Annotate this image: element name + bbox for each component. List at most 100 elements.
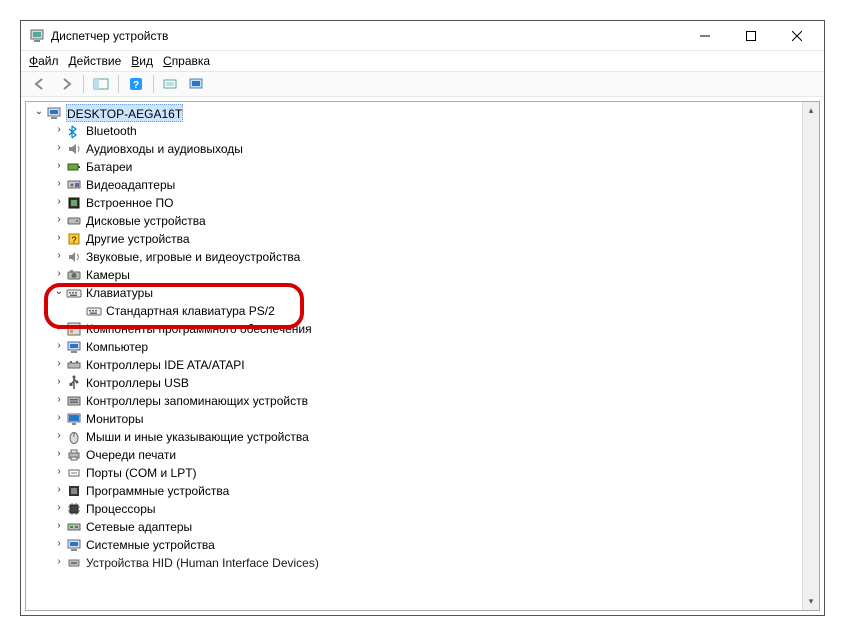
- caret-right-icon[interactable]: ›: [52, 409, 66, 427]
- menu-file[interactable]: Файл: [29, 54, 59, 68]
- tree-item-storage-controllers[interactable]: › Контроллеры запоминающих устройств: [26, 392, 819, 410]
- caret-right-icon[interactable]: ›: [52, 265, 66, 283]
- caret-right-icon[interactable]: ›: [52, 373, 66, 391]
- network-adapter-icon: [66, 519, 82, 535]
- maximize-button[interactable]: [728, 21, 774, 51]
- close-button[interactable]: [774, 21, 820, 51]
- menu-help[interactable]: Справка: [163, 54, 210, 68]
- caret-right-icon[interactable]: ›: [52, 337, 66, 355]
- menu-view[interactable]: Вид: [131, 54, 153, 68]
- tree-item-print-queues[interactable]: › Очереди печати: [26, 446, 819, 464]
- tree-item-network[interactable]: › Сетевые адаптеры: [26, 518, 819, 536]
- caret-right-icon[interactable]: ›: [52, 445, 66, 463]
- caret-right-icon[interactable]: ›: [52, 193, 66, 211]
- scroll-down-icon[interactable]: ▾: [803, 593, 819, 610]
- computer-icon: [46, 105, 62, 121]
- caret-right-icon[interactable]: ›: [52, 121, 66, 139]
- tree-item-label: Порты (COM и LPT): [86, 464, 197, 482]
- tree-item-system[interactable]: › Системные устройства: [26, 536, 819, 554]
- battery-icon: [66, 159, 82, 175]
- toolbar: ?: [21, 71, 824, 97]
- keyboard-icon: [86, 303, 102, 319]
- scan-hardware-button[interactable]: [160, 73, 182, 95]
- back-button[interactable]: [29, 73, 51, 95]
- tree-item-keyboard-ps2[interactable]: › Стандартная клавиатура PS/2: [26, 302, 819, 320]
- caret-right-icon[interactable]: ›: [52, 211, 66, 229]
- device-tree[interactable]: ⌄ DESKTOP-AEGA16T › Bluetooth ›: [26, 102, 819, 574]
- content-area: ⌄ DESKTOP-AEGA16T › Bluetooth ›: [21, 97, 824, 615]
- printer-icon: [66, 447, 82, 463]
- tree-item-monitors[interactable]: › Мониторы: [26, 410, 819, 428]
- tree-item-label: Камеры: [86, 266, 130, 284]
- caret-down-icon[interactable]: ⌄: [52, 283, 66, 301]
- tree-item-batteries[interactable]: › Батареи: [26, 158, 819, 176]
- tree-item-label: Стандартная клавиатура PS/2: [106, 302, 275, 320]
- tree-item-sound[interactable]: › Звуковые, игровые и видеоустройства: [26, 248, 819, 266]
- devices-view-button[interactable]: [186, 73, 208, 95]
- caret-right-icon[interactable]: ›: [52, 517, 66, 535]
- tree-item-label: Контроллеры запоминающих устройств: [86, 392, 308, 410]
- caret-right-icon[interactable]: ›: [52, 391, 66, 409]
- usb-icon: [66, 375, 82, 391]
- tree-item-label: Очереди печати: [86, 446, 176, 464]
- tree-item-label: Компоненты программного обеспечения: [86, 320, 312, 338]
- help-button[interactable]: ?: [125, 73, 147, 95]
- bluetooth-icon: [66, 123, 82, 139]
- tree-item-firmware[interactable]: › Встроенное ПО: [26, 194, 819, 212]
- minimize-button[interactable]: [682, 21, 728, 51]
- caret-right-icon[interactable]: ›: [52, 463, 66, 481]
- caret-right-icon[interactable]: ›: [52, 553, 66, 571]
- system-device-icon: [66, 537, 82, 553]
- tree-item-label: Дисковые устройства: [86, 212, 206, 230]
- caret-right-icon[interactable]: ›: [52, 139, 66, 157]
- caret-right-icon[interactable]: ›: [52, 535, 66, 553]
- tree-item-label: Контроллеры USB: [86, 374, 189, 392]
- caret-right-icon[interactable]: ›: [52, 157, 66, 175]
- tree-item-mice[interactable]: › Мыши и иные указывающие устройства: [26, 428, 819, 446]
- tree-item-keyboards[interactable]: ⌄ Клавиатуры: [26, 284, 819, 302]
- caret-right-icon[interactable]: ›: [52, 229, 66, 247]
- caret-right-icon[interactable]: ›: [52, 175, 66, 193]
- caret-right-icon[interactable]: ›: [52, 427, 66, 445]
- caret-down-icon[interactable]: ⌄: [32, 103, 46, 121]
- tree-item-bluetooth[interactable]: › Bluetooth: [26, 122, 819, 140]
- tree-item-ide[interactable]: › Контроллеры IDE ATA/ATAPI: [26, 356, 819, 374]
- tree-item-other[interactable]: › ? Другие устройства: [26, 230, 819, 248]
- tree-item-usb[interactable]: › Контроллеры USB: [26, 374, 819, 392]
- tree-item-label: Звуковые, игровые и видеоустройства: [86, 248, 300, 266]
- tree-item-software-devices[interactable]: › Программные устройства: [26, 482, 819, 500]
- processor-icon: [66, 501, 82, 517]
- scroll-up-icon[interactable]: ▴: [803, 102, 819, 119]
- tree-item-label: Батареи: [86, 158, 132, 176]
- caret-right-icon[interactable]: ›: [52, 499, 66, 517]
- tree-item-label: Системные устройства: [86, 536, 215, 554]
- caret-right-icon[interactable]: ›: [52, 481, 66, 499]
- caret-right-icon[interactable]: ›: [52, 319, 66, 337]
- camera-icon: [66, 267, 82, 283]
- tree-item-computer[interactable]: › Компьютер: [26, 338, 819, 356]
- computer-icon: [66, 339, 82, 355]
- firmware-icon: [66, 195, 82, 211]
- tree-item-cameras[interactable]: › Камеры: [26, 266, 819, 284]
- tree-item-processors[interactable]: › Процессоры: [26, 500, 819, 518]
- tree-item-hid[interactable]: › Устройства HID (Human Interface Device…: [26, 554, 819, 572]
- tree-item-label: Мыши и иные указывающие устройства: [86, 428, 309, 446]
- caret-right-icon[interactable]: ›: [52, 355, 66, 373]
- disk-icon: [66, 213, 82, 229]
- sound-icon: [66, 249, 82, 265]
- device-manager-window: Диспетчер устройств Файл Действие Вид Сп…: [20, 20, 825, 616]
- tree-item-label: Аудиовходы и аудиовыходы: [86, 140, 243, 158]
- tree-item-ports[interactable]: › Порты (COM и LPT): [26, 464, 819, 482]
- tree-item-video[interactable]: › Видеоадаптеры: [26, 176, 819, 194]
- show-hide-console-tree-button[interactable]: [90, 73, 112, 95]
- caret-right-icon[interactable]: ›: [52, 247, 66, 265]
- tree-root[interactable]: ⌄ DESKTOP-AEGA16T: [26, 104, 819, 122]
- tree-item-software-components[interactable]: › Компоненты программного обеспечения: [26, 320, 819, 338]
- tree-item-label: Компьютер: [86, 338, 148, 356]
- forward-button[interactable]: [55, 73, 77, 95]
- tree-item-disks[interactable]: › Дисковые устройства: [26, 212, 819, 230]
- menu-action[interactable]: Действие: [69, 54, 122, 68]
- tree-item-audio[interactable]: › Аудиовходы и аудиовыходы: [26, 140, 819, 158]
- tree-item-label: Встроенное ПО: [86, 194, 173, 212]
- vertical-scrollbar[interactable]: ▴ ▾: [802, 102, 819, 610]
